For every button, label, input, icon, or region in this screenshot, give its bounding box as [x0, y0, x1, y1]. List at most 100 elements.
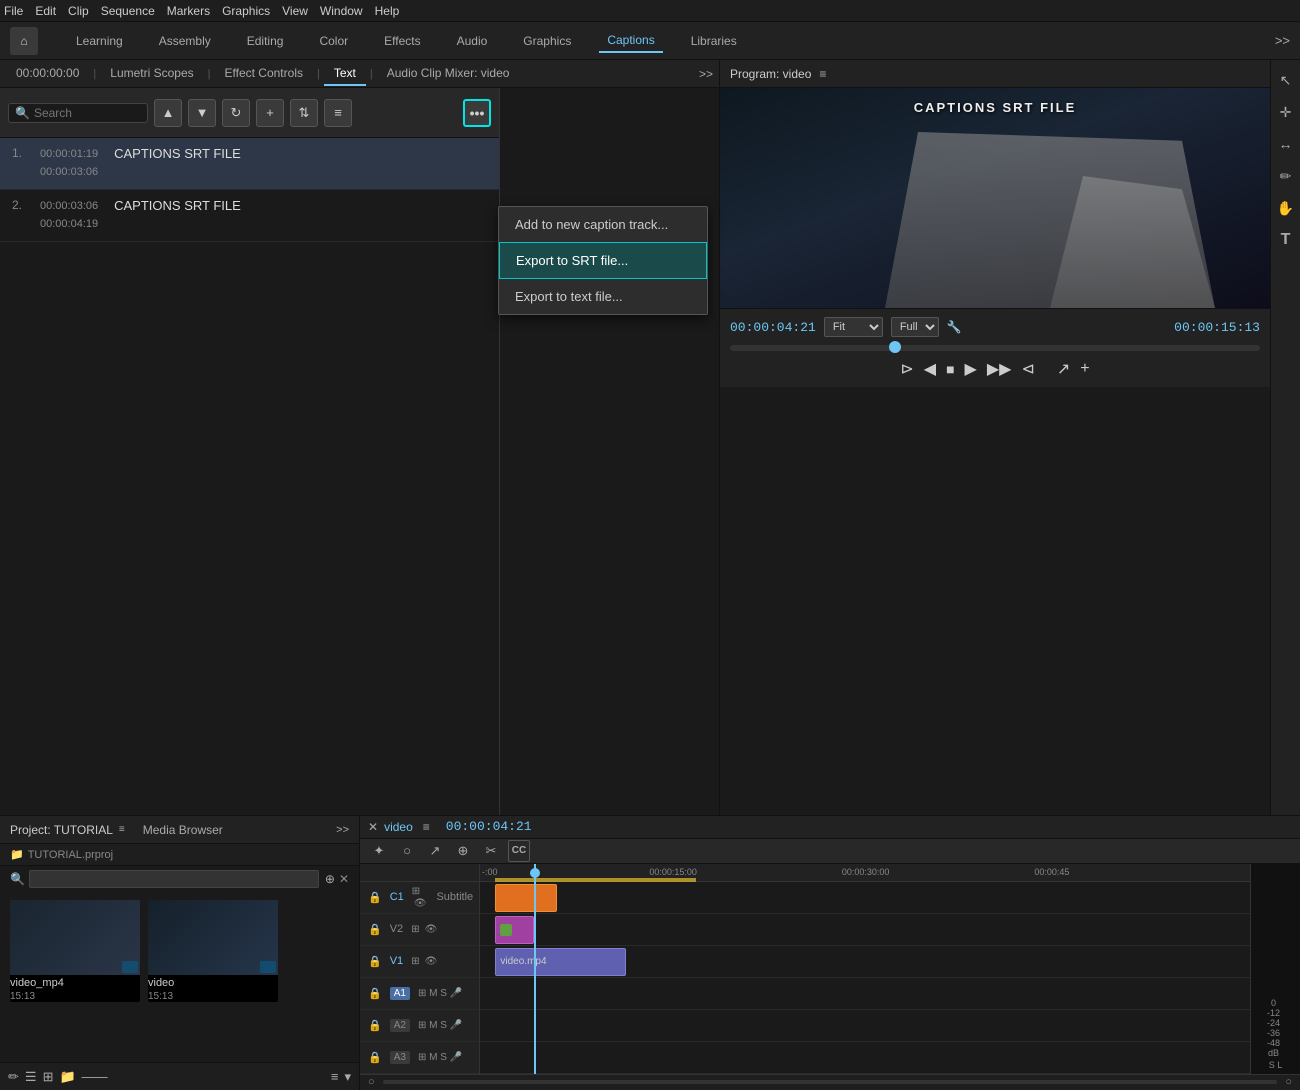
tab-effect-controls[interactable]: Effect Controls — [215, 62, 313, 86]
lock-icon-v2[interactable]: 🔒 — [368, 923, 382, 936]
search-close-icon[interactable]: ✕ — [339, 872, 349, 886]
mark-out-button[interactable]: ⊲ — [1021, 359, 1034, 379]
media-thumb-2[interactable]: video 15:13 — [148, 900, 278, 1002]
media-thumb-1[interactable]: video_mp4 15:13 — [10, 900, 140, 1002]
down-button[interactable]: ▼ — [188, 99, 216, 127]
timeline-menu-icon[interactable]: ≡ — [423, 820, 430, 834]
tab-lumetri[interactable]: Lumetri Scopes — [100, 62, 203, 86]
topnav-expand[interactable]: >> — [1275, 33, 1290, 48]
hand-tool-button[interactable]: ✋ — [1274, 196, 1298, 220]
grid-view-btn[interactable]: ⊞ — [43, 1069, 54, 1085]
wrench-icon[interactable]: 🔧 — [947, 320, 962, 334]
caption-item-1[interactable]: 1. 00:00:01:19 00:00:03:06 CAPTIONS SRT … — [0, 138, 499, 190]
track-icon-box-v1[interactable]: ⊞ — [411, 956, 419, 967]
tl-insert-btn[interactable]: ↗ — [424, 840, 446, 862]
menu-clip[interactable]: Clip — [68, 4, 89, 18]
quality-select[interactable]: Full 1/2 1/4 — [891, 317, 939, 337]
list-view-btn[interactable]: ☰ — [25, 1069, 37, 1085]
lock-icon-a3[interactable]: 🔒 — [368, 1051, 382, 1064]
settings2-button[interactable]: ≡ — [324, 99, 352, 127]
menu-sequence[interactable]: Sequence — [101, 4, 155, 18]
sort-btn[interactable]: ≡ — [331, 1069, 339, 1084]
tl-lift-btn[interactable]: ⊕ — [452, 840, 474, 862]
nav-effects[interactable]: Effects — [376, 30, 428, 52]
lock-icon-a1[interactable]: 🔒 — [368, 987, 382, 1000]
lock-icon-v1[interactable]: 🔒 — [368, 955, 382, 968]
nav-editing[interactable]: Editing — [239, 30, 292, 52]
settings1-button[interactable]: ⇅ — [290, 99, 318, 127]
tl-cc-btn[interactable]: CC — [508, 840, 530, 862]
track-icon-box-c1[interactable]: ⊞ — [412, 886, 420, 897]
tl-razor-btn[interactable]: ✂ — [480, 840, 502, 862]
tl-link-btn[interactable]: ○ — [396, 840, 418, 862]
menu-help[interactable]: Help — [375, 4, 400, 18]
nav-color[interactable]: Color — [311, 30, 356, 52]
nav-graphics[interactable]: Graphics — [515, 30, 579, 52]
menu-view[interactable]: View — [282, 4, 308, 18]
search-box[interactable]: 🔍 — [8, 103, 148, 123]
folder-btn[interactable]: 📁 — [59, 1069, 75, 1085]
lock-icon-a2[interactable]: 🔒 — [368, 1019, 382, 1032]
menu-graphics[interactable]: Graphics — [222, 4, 270, 18]
home-button[interactable]: ⌂ — [10, 27, 38, 55]
more-options-button[interactable]: ••• — [463, 99, 491, 127]
nav-assembly[interactable]: Assembly — [151, 30, 219, 52]
filter-btn[interactable]: ▾ — [344, 1069, 351, 1085]
search-input[interactable] — [34, 106, 134, 120]
dropdown-export-srt[interactable]: Export to SRT file... — [499, 242, 707, 279]
clip-v2[interactable] — [495, 916, 534, 944]
track-eye-c1[interactable]: 👁 — [414, 898, 427, 909]
tl-snap-btn[interactable]: ✦ — [368, 840, 390, 862]
zoom-tool-button[interactable]: ✛ — [1274, 100, 1298, 124]
dropdown-add-caption-track[interactable]: Add to new caption track... — [499, 207, 707, 242]
caption-item-2[interactable]: 2. 00:00:03:06 00:00:04:19 CAPTIONS SRT … — [0, 190, 499, 242]
scrubber-handle[interactable] — [889, 341, 901, 353]
play-button[interactable]: ▶ — [965, 359, 977, 379]
program-menu-icon[interactable]: ≡ — [819, 67, 826, 81]
nav-captions[interactable]: Captions — [599, 29, 662, 53]
project-search-input[interactable] — [29, 870, 319, 888]
add-button[interactable]: + — [256, 99, 284, 127]
nav-audio[interactable]: Audio — [449, 30, 496, 52]
menu-window[interactable]: Window — [320, 4, 363, 18]
text-tool-button[interactable]: T — [1274, 228, 1298, 252]
current-timecode[interactable]: 00:00:04:21 — [730, 320, 816, 335]
track-eye-v2[interactable]: 👁 — [425, 924, 438, 935]
export-button[interactable]: ↗ — [1057, 359, 1070, 379]
track-eye-v1[interactable]: 👁 — [425, 956, 438, 967]
timeline-close-button[interactable]: ✕ — [368, 820, 378, 834]
tab-text[interactable]: Text — [324, 62, 366, 86]
track-icon-box-v2[interactable]: ⊞ — [411, 924, 419, 935]
lock-icon-c1[interactable]: 🔒 — [368, 891, 382, 904]
pan-tool-button[interactable]: ↔ — [1274, 132, 1298, 156]
refresh-button[interactable]: ↻ — [222, 99, 250, 127]
search-options-icon[interactable]: ⊕ — [325, 872, 335, 886]
dropdown-export-text[interactable]: Export to text file... — [499, 279, 707, 314]
add-button-monitor[interactable]: + — [1080, 360, 1089, 378]
pencil-tool-btn[interactable]: ✏ — [8, 1069, 19, 1085]
timeline-fit-icon[interactable]: ○ — [368, 1076, 375, 1088]
nav-libraries[interactable]: Libraries — [683, 30, 745, 52]
timeline-end-icon[interactable]: ○ — [1285, 1076, 1292, 1088]
size-slider-btn[interactable]: —— — [82, 1069, 325, 1084]
timeline-scrollbar[interactable] — [383, 1080, 1278, 1084]
fit-select[interactable]: Fit 25% 50% 100% — [824, 317, 883, 337]
next-frame-button[interactable]: ▶▶ — [987, 359, 1012, 379]
project-expand-icon[interactable]: >> — [336, 824, 349, 836]
mark-in-button[interactable]: ⊳ — [900, 359, 913, 379]
menu-edit[interactable]: Edit — [35, 4, 56, 18]
pen-tool-button[interactable]: ✏ — [1274, 164, 1298, 188]
program-scrubber[interactable] — [730, 345, 1260, 351]
playhead-handle[interactable] — [530, 868, 540, 878]
stop-button[interactable]: ■ — [946, 361, 954, 377]
timeline-timecode[interactable]: 00:00:04:21 — [446, 819, 532, 834]
clip-c1[interactable] — [495, 884, 557, 912]
panel-expand-icon[interactable]: >> — [699, 67, 713, 81]
tab-audio-mixer[interactable]: Audio Clip Mixer: video — [377, 62, 520, 86]
menu-file[interactable]: File — [4, 4, 23, 18]
project-menu-icon[interactable]: ≡ — [119, 824, 125, 835]
prev-frame-button[interactable]: ◀ — [924, 359, 936, 379]
tab-timecode[interactable]: 00:00:00:00 — [6, 62, 89, 86]
nav-learning[interactable]: Learning — [68, 30, 131, 52]
media-browser-tab[interactable]: Media Browser — [143, 823, 223, 837]
